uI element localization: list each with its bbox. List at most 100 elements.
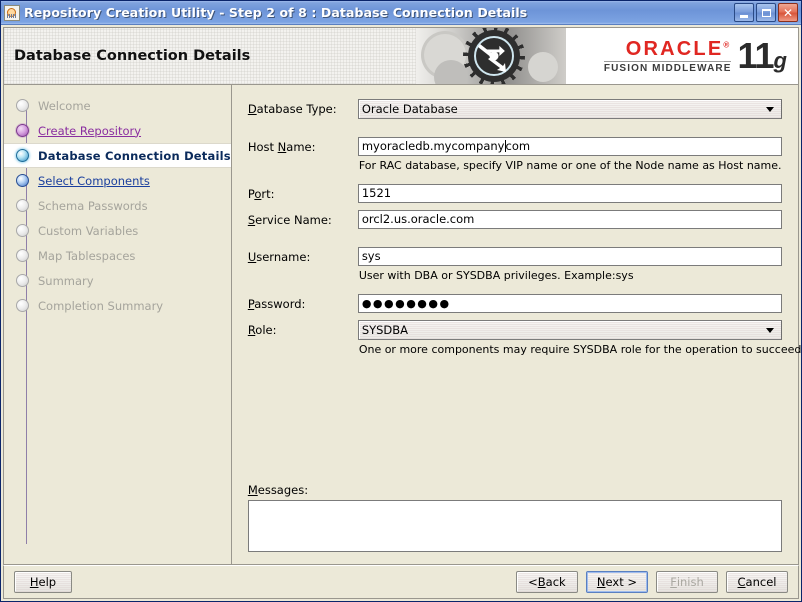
field-row-port: Port: 1521 (248, 184, 782, 203)
username-input[interactable]: sys (358, 247, 782, 266)
step-node-icon (16, 274, 29, 287)
step-node-icon (16, 224, 29, 237)
page-banner: Database Connection Details ORACLE® FUSI… (3, 27, 799, 85)
sidebar-item-welcome: Welcome (4, 93, 231, 118)
mnemonic-char: H (30, 575, 39, 589)
service-name-input[interactable]: orcl2.us.oracle.com (358, 210, 782, 229)
host-name-input[interactable]: myoracledb.mycompanycom (358, 137, 782, 156)
sidebar-item-database-connection-details[interactable]: Database Connection Details (4, 143, 231, 168)
port-label: Port: (248, 184, 358, 201)
application-icon (4, 5, 20, 21)
database-type-select[interactable]: Oracle Database (358, 99, 782, 119)
logo-divider (604, 61, 732, 62)
wizard-button-bar: Help < Back Next > Finish Cancel (3, 565, 799, 599)
step-node-icon (16, 149, 29, 162)
messages-textarea[interactable] (248, 500, 782, 552)
version-suffix: g (774, 48, 786, 73)
back-button[interactable]: < Back (516, 571, 578, 593)
sidebar-item-label: Database Connection Details (38, 149, 231, 163)
mnemonic-char: N (278, 140, 287, 154)
sidebar-item-custom-variables: Custom Variables (4, 218, 231, 243)
oracle-logo: ORACLE® FUSION MIDDLEWARE (604, 39, 732, 74)
step-node-icon (16, 199, 29, 212)
oracle-wordmark: ORACLE® (604, 39, 732, 59)
service-name-label: Service Name: (248, 210, 358, 227)
form-panel: Database Type: Oracle Database Host Name… (232, 85, 799, 565)
step-node-icon (16, 99, 29, 112)
sidebar-item-summary: Summary (4, 268, 231, 293)
sidebar-item-map-tablespaces: Map Tablespaces (4, 243, 231, 268)
minimize-icon (740, 15, 748, 18)
username-hint: User with DBA or SYSDBA privileges. Exam… (358, 266, 782, 282)
version-number: 11 (737, 35, 773, 76)
username-label: Username: (248, 247, 358, 264)
minimize-button[interactable] (734, 3, 754, 22)
host-name-hint: For RAC database, specify VIP name or on… (358, 156, 782, 172)
sidebar-item-label: Completion Summary (38, 299, 163, 313)
step-node-icon (16, 174, 29, 187)
next-button[interactable]: Next > (586, 571, 648, 593)
arrows-icon (474, 36, 514, 76)
password-label: Password: (248, 294, 358, 311)
database-type-value: Oracle Database (362, 100, 458, 118)
database-type-label: Database Type: (248, 99, 358, 116)
mnemonic-char: B (538, 575, 546, 589)
sidebar-item-label: Map Tablespaces (38, 249, 135, 263)
field-row-username: Username: sys User with DBA or SYSDBA pr… (248, 247, 782, 282)
chevron-down-icon (766, 107, 774, 112)
step-node-icon (16, 249, 29, 262)
application-window: Repository Creation Utility - Step 2 of … (0, 0, 802, 602)
password-input[interactable]: ●●●●●●●● (358, 294, 782, 313)
version-label: 11g (737, 40, 786, 72)
banner-title-area: Database Connection Details (4, 28, 416, 84)
gears-graphic-icon (416, 28, 566, 84)
field-row-password: Password: ●●●●●●●● (248, 294, 782, 313)
host-name-value-before-caret: myoracledb.mycompany (362, 139, 505, 153)
window-title: Repository Creation Utility - Step 2 of … (24, 5, 734, 20)
window-controls: ✕ (734, 3, 799, 22)
wizard-step-list: Welcome Create Repository Database Conne… (3, 85, 232, 565)
page-title: Database Connection Details (14, 48, 250, 64)
mnemonic-char: D (248, 102, 257, 116)
navigation-buttons: < Back Next > Finish Cancel (516, 571, 788, 593)
sidebar-item-create-repository[interactable]: Create Repository (4, 118, 231, 143)
field-row-host-name: Host Name: myoracledb.mycompanycom For R… (248, 137, 782, 172)
sidebar-item-label: Summary (38, 274, 94, 288)
mnemonic-char: U (248, 250, 256, 264)
title-bar[interactable]: Repository Creation Utility - Step 2 of … (1, 1, 801, 25)
help-button[interactable]: Help (14, 571, 72, 593)
sidebar-item-label: Schema Passwords (38, 199, 148, 213)
close-icon: ✕ (783, 7, 793, 19)
window-body: Welcome Create Repository Database Conne… (3, 85, 799, 565)
messages-label: Messages: (248, 483, 782, 497)
step-node-icon (16, 299, 29, 312)
host-name-label: Host Name: (248, 137, 358, 154)
mnemonic-char: C (738, 575, 746, 589)
oracle-brand-text: ORACLE (626, 38, 724, 60)
role-value: SYSDBA (362, 321, 408, 339)
sidebar-item-label[interactable]: Select Components (38, 174, 150, 188)
close-button[interactable]: ✕ (778, 3, 798, 22)
sidebar-item-schema-passwords: Schema Passwords (4, 193, 231, 218)
mnemonic-char: N (597, 575, 606, 589)
field-row-role: Role: SYSDBA One or more components may … (248, 320, 782, 356)
sidebar-item-select-components[interactable]: Select Components (4, 168, 231, 193)
chevron-down-icon (766, 328, 774, 333)
mnemonic-char: F (670, 575, 677, 589)
cancel-button[interactable]: Cancel (726, 571, 788, 593)
finish-button: Finish (656, 571, 718, 593)
port-input[interactable]: 1521 (358, 184, 782, 203)
host-name-value-after-caret: com (506, 139, 531, 153)
sidebar-item-label: Welcome (38, 99, 91, 113)
maximize-button[interactable] (756, 3, 776, 22)
step-node-icon (16, 124, 29, 137)
role-hint: One or more components may require SYSDB… (358, 340, 782, 356)
role-label: Role: (248, 320, 358, 337)
sidebar-item-label: Custom Variables (38, 224, 138, 238)
field-row-service-name: Service Name: orcl2.us.oracle.com (248, 210, 782, 229)
mnemonic-char: M (248, 483, 258, 497)
sidebar-item-label[interactable]: Create Repository (38, 124, 141, 138)
maximize-icon (762, 9, 771, 17)
sidebar-item-completion-summary: Completion Summary (4, 293, 231, 318)
role-select[interactable]: SYSDBA (358, 320, 782, 340)
